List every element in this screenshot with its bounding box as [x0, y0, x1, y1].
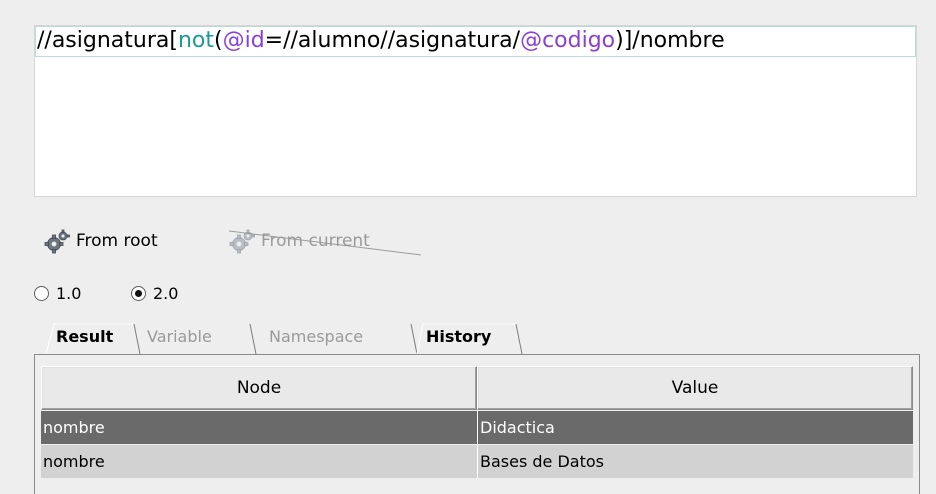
cell-value: Didactica [477, 411, 913, 444]
xpath-attribute-token: @codigo [520, 28, 616, 53]
radio-circle-icon [34, 285, 49, 301]
xpath-token: )]/nombre [615, 28, 725, 53]
from-root-label: From root [76, 231, 158, 251]
table-row[interactable]: nombre Bases de Datos [41, 445, 913, 478]
from-current-button[interactable]: From current [229, 228, 422, 256]
column-header-node[interactable]: Node [41, 366, 477, 410]
disabled-strike-icon [229, 230, 422, 256]
cell-value: Bases de Datos [477, 445, 913, 478]
tab-namespace[interactable]: Namespace [269, 320, 363, 354]
xpath-function-token: not [177, 28, 214, 53]
tab-variable-label: Variable [147, 327, 212, 346]
tab-bar: Result Variable Namespace History [46, 320, 746, 354]
xpath-token: ( [213, 28, 223, 53]
xpath-token: //asignatura[ [37, 28, 178, 53]
tab-history[interactable]: History [426, 320, 491, 354]
tab-result-label: Result [56, 327, 114, 346]
xpath-editor[interactable]: //asignatura[not(@id=//alumno//asignatur… [34, 25, 917, 197]
xpath-expression[interactable]: //asignatura[not(@id=//alumno//asignatur… [37, 27, 725, 55]
xpath-version-1-radio[interactable]: 1.0 [34, 283, 82, 303]
radio-label: 2.0 [153, 283, 179, 303]
tab-history-label: History [426, 327, 492, 346]
radio-label: 1.0 [56, 283, 82, 303]
xpath-token: =//alumno//asignatura/ [264, 28, 521, 53]
tab-result[interactable]: Result [56, 320, 113, 354]
xpath-attribute-token: @id [222, 28, 265, 53]
cell-node: nombre [43, 452, 105, 471]
tab-variable[interactable]: Variable [147, 320, 212, 354]
table-row[interactable]: nombre Didactica [41, 411, 913, 444]
result-panel: Node Value nombre Didactica nombre Bases… [34, 354, 920, 494]
column-header-value[interactable]: Value [477, 366, 913, 410]
cell-node: nombre [43, 418, 105, 437]
gears-icon [44, 228, 70, 254]
tab-namespace-label: Namespace [269, 327, 364, 346]
xpath-version-2-radio[interactable]: 2.0 [131, 283, 179, 303]
from-root-button[interactable]: From root [44, 228, 158, 254]
table-header: Node Value [41, 366, 913, 410]
radio-checked-icon [131, 285, 146, 301]
